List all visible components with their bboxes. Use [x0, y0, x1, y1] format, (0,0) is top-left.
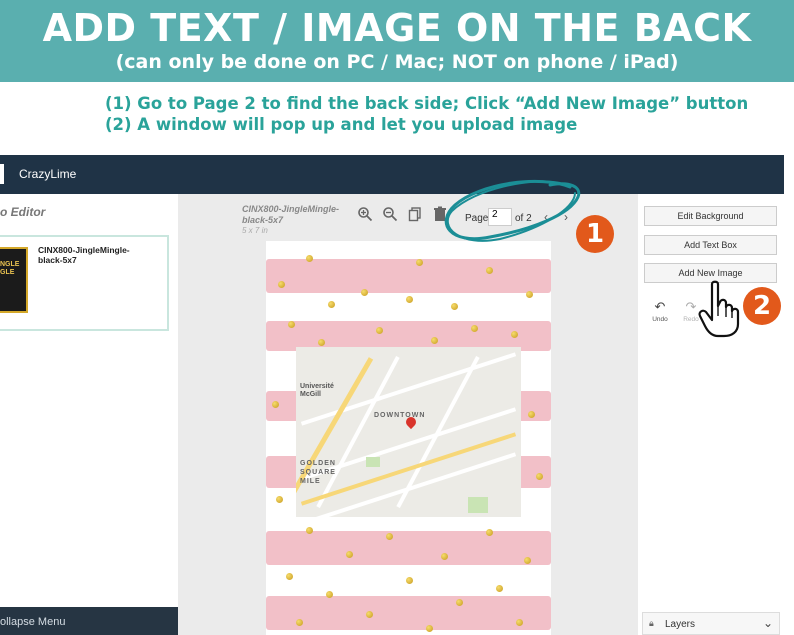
zoom-out-icon[interactable] — [381, 206, 399, 224]
logo-icon[interactable] — [0, 164, 4, 184]
banner-subtitle: (can only be done on PC / Mac; NOT on ph… — [115, 51, 679, 73]
right-panel: Edit Background Add Text Box Add New Ima… — [638, 194, 784, 635]
pink-stripe — [266, 596, 551, 630]
app-brand[interactable]: CrazyLime — [19, 167, 76, 181]
zoom-in-icon[interactable] — [356, 206, 374, 224]
document-page[interactable]: Université McGill DOWNTOWN GOLDEN SQUARE… — [266, 241, 551, 635]
canvas-area: CINX800-JingleMingle-black-5x7 5 x 7 in … — [178, 194, 638, 635]
document-size: 5 x 7 in — [242, 226, 268, 235]
undo-button[interactable]: ↶ Undo — [645, 299, 675, 324]
instruction-line-2: (2) A window will pop up and let you upl… — [105, 115, 578, 134]
map-image[interactable]: Université McGill DOWNTOWN GOLDEN SQUARE… — [296, 347, 521, 517]
undo-icon: ↶ — [654, 299, 666, 314]
layers-toggle[interactable]: 🔒︎ Layers ⌄ — [642, 612, 780, 635]
banner-title: ADD TEXT / IMAGE ON THE BACK — [42, 6, 752, 50]
thumb-text: NGLE GLE — [0, 261, 20, 276]
duplicate-icon[interactable] — [406, 206, 424, 224]
tutorial-banner: ADD TEXT / IMAGE ON THE BACK (can only b… — [0, 0, 794, 82]
collapse-menu-button[interactable]: ollapse Menu — [0, 607, 178, 635]
pink-stripe — [266, 531, 551, 565]
app-header: CrazyLime — [0, 155, 784, 194]
instruction-line-1: (1) Go to Page 2 to find the back side; … — [105, 94, 749, 113]
panel-title: o Editor — [0, 205, 46, 219]
edit-background-button[interactable]: Edit Background — [644, 206, 777, 226]
chevron-down-icon: ⌄ — [762, 616, 773, 630]
editor-app: CrazyLime o Editor NGLE GLE CINX800-Jing… — [0, 155, 784, 635]
step-1-badge: 1 — [576, 215, 614, 253]
pink-stripe — [266, 259, 551, 293]
undo-label: Undo — [652, 316, 668, 323]
product-card[interactable]: NGLE GLE CINX800-JingleMingle-black-5x7 — [0, 235, 169, 331]
add-text-box-button[interactable]: Add Text Box — [644, 235, 777, 255]
product-thumbnail: NGLE GLE — [0, 247, 28, 313]
step-2-badge: 2 — [743, 287, 781, 325]
product-name: CINX800-JingleMingle-black-5x7 — [38, 245, 130, 265]
map-label-golden: GOLDEN SQUARE MILE — [300, 460, 336, 485]
layers-label: Layers — [665, 619, 696, 630]
pointer-hand-icon — [698, 280, 740, 338]
map-label-downtown: DOWNTOWN — [374, 412, 426, 419]
highlight-circle — [444, 179, 581, 242]
document-name: CINX800-JingleMingle-black-5x7 — [242, 204, 340, 225]
map-label-university: Université McGill — [300, 383, 334, 398]
left-panel: o Editor NGLE GLE CINX800-JingleMingle-b… — [0, 194, 178, 635]
lock-icon: 🔒︎ — [649, 618, 654, 628]
instructions: (1) Go to Page 2 to find the back side; … — [105, 93, 748, 135]
